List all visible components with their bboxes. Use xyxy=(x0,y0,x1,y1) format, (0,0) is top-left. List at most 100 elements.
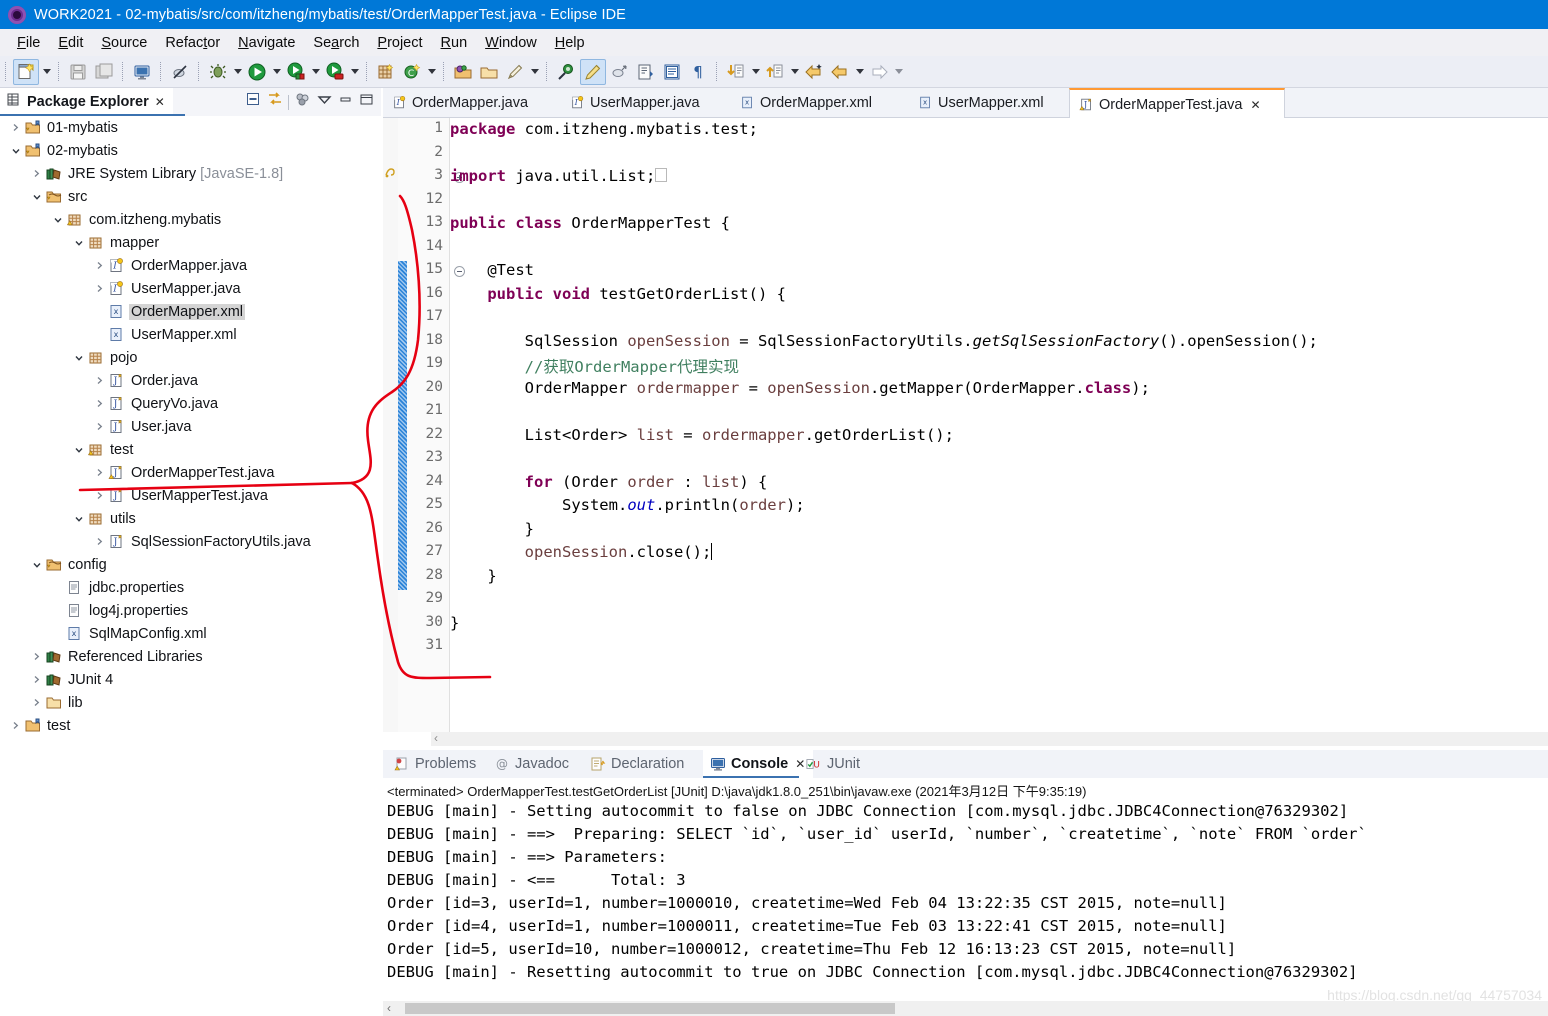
code-editor[interactable]: 1 2 3 12 13 14 15 16 17 18 19 20 21 22 23 24 25 26 27 28 29 3… xyxy=(383,118,1548,746)
forward-arrow-icon[interactable] xyxy=(867,60,891,84)
console-horizontal-scrollbar[interactable]: ‹ xyxy=(383,1001,1548,1016)
tree-item[interactable]: x SqlMapConfig.xml xyxy=(0,622,381,645)
project-tree[interactable]: 01-mybatis 02-mybatis JRE System Library [… xyxy=(0,116,381,1016)
twisty-down-icon[interactable] xyxy=(50,212,65,227)
menu-source[interactable]: Source xyxy=(92,33,156,53)
bottom-tab-problems[interactable]: Problems xyxy=(387,750,501,778)
twisty-right-icon[interactable] xyxy=(92,419,107,434)
editor-horizontal-scrollbar[interactable]: ‹ xyxy=(431,731,1548,746)
menu-help[interactable]: Help xyxy=(546,33,594,53)
run-server-icon[interactable] xyxy=(284,60,308,84)
bottom-tab-junit[interactable]: U JUnit xyxy=(799,750,893,778)
twisty-right-icon[interactable] xyxy=(92,396,107,411)
twisty-down-icon[interactable] xyxy=(29,189,44,204)
twisty-down-icon[interactable] xyxy=(71,235,86,250)
twisty-down-icon[interactable] xyxy=(71,442,86,457)
tree-item[interactable]: J OrderMapperTest.java xyxy=(0,461,381,484)
scroll-left-arrow[interactable]: ‹ xyxy=(387,1001,391,1015)
tree-item[interactable]: config xyxy=(0,553,381,576)
new-wizard-dropdown[interactable] xyxy=(40,61,53,83)
next-edit-dropdown[interactable] xyxy=(749,61,762,83)
twisty-right-icon[interactable] xyxy=(29,649,44,664)
tree-item[interactable]: test xyxy=(0,438,381,461)
tree-item[interactable]: mapper xyxy=(0,231,381,254)
twisty-right-icon[interactable] xyxy=(8,120,23,135)
tree-item[interactable]: 01-mybatis xyxy=(0,116,381,139)
tree-item[interactable]: pojo xyxy=(0,346,381,369)
menu-navigate[interactable]: Navigate xyxy=(229,33,304,53)
collapse-all-icon[interactable] xyxy=(245,91,262,113)
tree-item[interactable]: J Order.java xyxy=(0,369,381,392)
twisty-right-icon[interactable] xyxy=(92,373,107,388)
console-view[interactable]: <terminated> OrderMapperTest.testGetOrde… xyxy=(383,778,1548,1016)
tree-item[interactable]: J User.java xyxy=(0,415,381,438)
bottom-tab-declaration[interactable]: Declaration xyxy=(583,750,717,778)
twisty-right-icon[interactable] xyxy=(8,718,23,733)
twisty-down-icon[interactable] xyxy=(8,143,23,158)
run-icon[interactable] xyxy=(245,60,269,84)
new-java-console-icon[interactable] xyxy=(130,60,154,84)
toggle-markoccurrences-icon[interactable] xyxy=(580,58,606,85)
editor-tab-usermapper-xml[interactable]: x UserMapper.xml xyxy=(909,88,1087,117)
stop-server-dropdown[interactable] xyxy=(348,61,361,83)
annotation-ruler[interactable] xyxy=(383,118,399,732)
editor-tab-ordermapper-java[interactable]: I OrderMapper.java xyxy=(383,88,579,117)
tree-item[interactable]: x OrderMapper.xml xyxy=(0,300,381,323)
close-icon[interactable]: ✕ xyxy=(1250,98,1260,112)
previous-annotation-icon[interactable] xyxy=(660,60,684,84)
code-text[interactable]: package com.itzheng.mybatis.test; import … xyxy=(383,118,1548,732)
tree-item[interactable]: utils xyxy=(0,507,381,530)
twisty-down-icon[interactable] xyxy=(29,557,44,572)
menu-file[interactable]: File xyxy=(8,33,49,53)
maximize-icon[interactable] xyxy=(358,91,375,113)
editor-tab-usermapper-java[interactable]: I UserMapper.java xyxy=(561,88,749,117)
twisty-down-icon[interactable] xyxy=(71,350,86,365)
view-menu-filters-icon[interactable] xyxy=(294,91,312,113)
forward-history-icon[interactable] xyxy=(828,60,852,84)
new-java-class-dropdown[interactable] xyxy=(425,61,438,83)
menu-run[interactable]: Run xyxy=(432,33,477,53)
twisty-right-icon[interactable] xyxy=(29,672,44,687)
twisty-right-icon[interactable] xyxy=(92,281,107,296)
debug-icon[interactable] xyxy=(206,60,230,84)
run-dropdown[interactable] xyxy=(270,61,283,83)
scroll-left-arrow[interactable]: ‹ xyxy=(434,731,438,745)
tree-item[interactable]: JUnit 4 xyxy=(0,668,381,691)
tree-item[interactable]: I OrderMapper.java xyxy=(0,254,381,277)
forward-dropdown[interactable] xyxy=(853,61,866,83)
skip-breakpoints-icon[interactable] xyxy=(168,60,192,84)
scrollbar-thumb[interactable] xyxy=(405,1003,895,1014)
new-java-package-icon[interactable] xyxy=(374,60,398,84)
view-menu-icon[interactable] xyxy=(316,91,333,113)
menu-edit[interactable]: Edit xyxy=(49,33,92,53)
twisty-right-icon[interactable] xyxy=(29,166,44,181)
annotation-icon[interactable] xyxy=(503,60,527,84)
twisty-right-icon[interactable] xyxy=(29,695,44,710)
next-edit-icon[interactable] xyxy=(724,60,748,84)
editor-tab-ordermapper-xml[interactable]: x OrderMapper.xml xyxy=(731,88,927,117)
tree-item[interactable]: JRE System Library [JavaSE-1.8] xyxy=(0,162,381,185)
twisty-right-icon[interactable] xyxy=(92,465,107,480)
tree-item[interactable]: 02-mybatis xyxy=(0,139,381,162)
tree-item[interactable]: lib xyxy=(0,691,381,714)
close-icon[interactable]: ✕ xyxy=(155,95,165,109)
tree-item[interactable]: Referenced Libraries xyxy=(0,645,381,668)
bottom-tab-javadoc[interactable]: @ Javadoc xyxy=(487,750,597,778)
menu-window[interactable]: Window xyxy=(476,33,546,53)
tree-item[interactable]: x UserMapper.xml xyxy=(0,323,381,346)
tree-item[interactable]: jdbc.properties xyxy=(0,576,381,599)
menu-project[interactable]: Project xyxy=(368,33,431,53)
tree-item[interactable]: log4j.properties xyxy=(0,599,381,622)
open-task-icon[interactable] xyxy=(477,60,501,84)
new-wizard-icon[interactable] xyxy=(13,58,39,85)
previous-edit-dropdown[interactable] xyxy=(788,61,801,83)
annotation-dropdown[interactable] xyxy=(528,61,541,83)
tree-item[interactable]: I UserMapper.java xyxy=(0,277,381,300)
debug-dropdown[interactable] xyxy=(231,61,244,83)
show-whitespace-icon[interactable]: ¶ xyxy=(686,60,710,84)
twisty-right-icon[interactable] xyxy=(92,488,107,503)
menu-search[interactable]: Search xyxy=(304,33,368,53)
tree-item[interactable]: J UserMapperTest.java xyxy=(0,484,381,507)
forward-arrow-dropdown[interactable] xyxy=(892,61,905,83)
link-with-editor-icon[interactable] xyxy=(266,91,284,113)
